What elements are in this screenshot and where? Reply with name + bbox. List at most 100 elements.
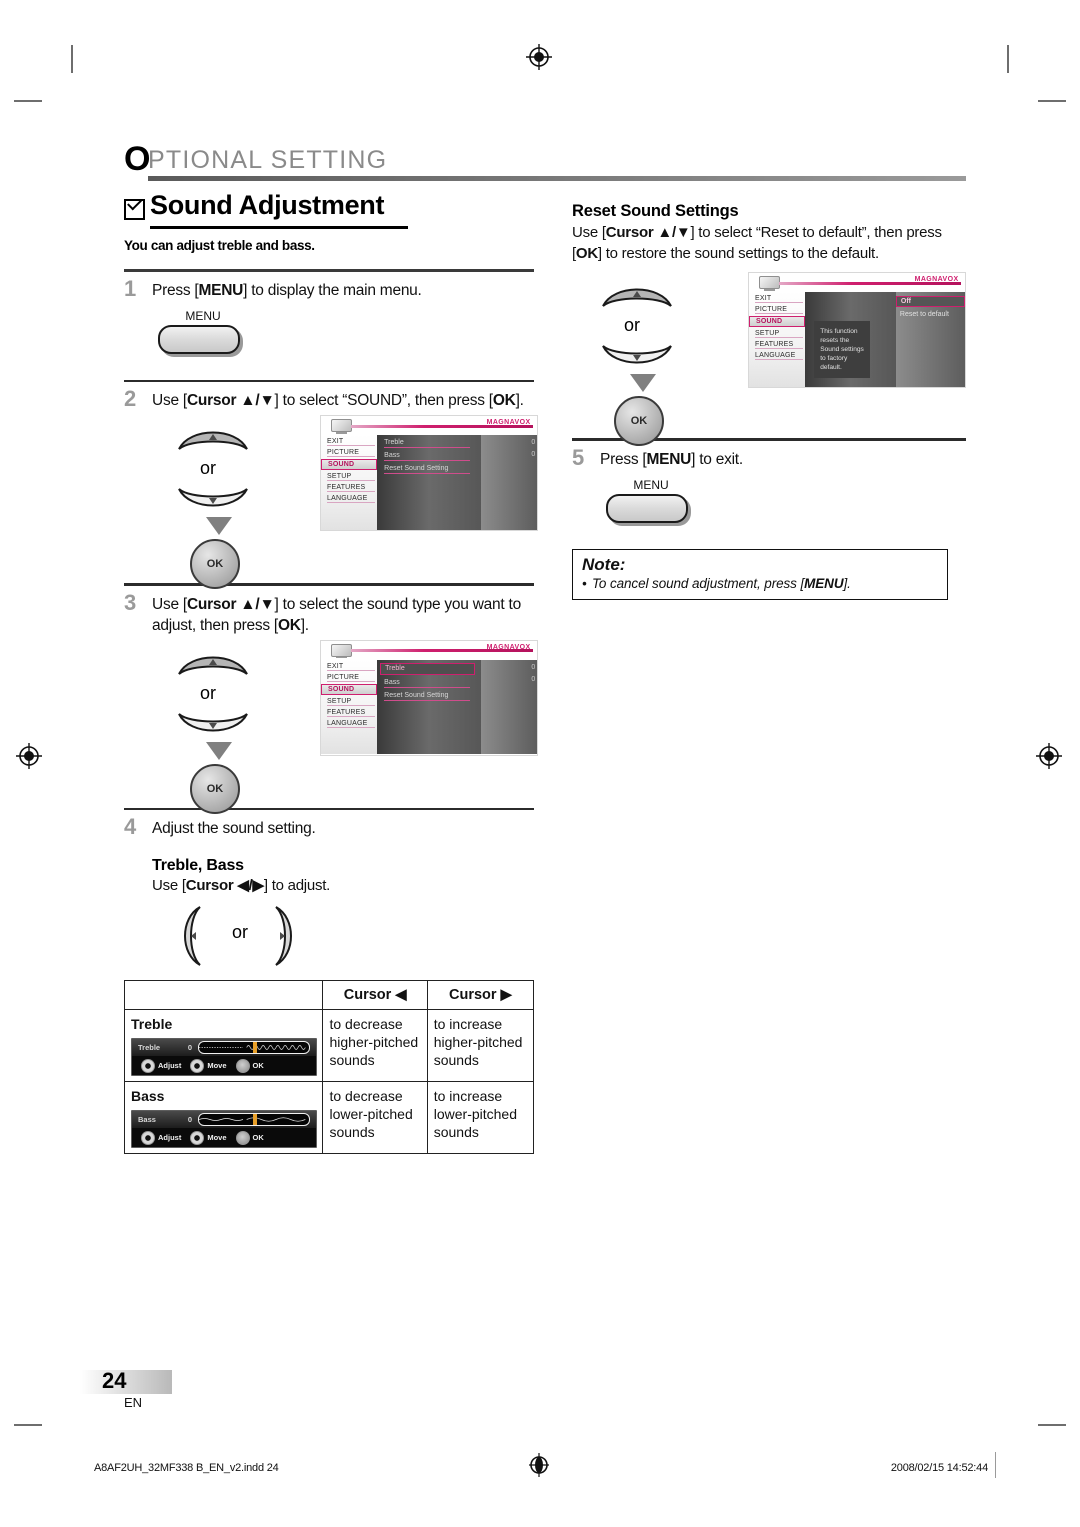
cursor-down-button-reset[interactable] xyxy=(600,340,674,370)
step-5: 5 Press [MENU] to exit. xyxy=(572,446,966,470)
step-4-text: Adjust the sound setting. xyxy=(152,820,316,837)
osd-nav-item-picture[interactable]: PICTURE xyxy=(321,448,377,458)
tv-icon-step2 xyxy=(330,419,353,435)
osd-reset-nav-setup[interactable]: SETUP xyxy=(749,329,805,339)
ok-button-step2[interactable]: OK xyxy=(190,539,240,589)
ok-button-reset[interactable]: OK xyxy=(614,396,664,446)
menu-key-graphic-5: MENU xyxy=(600,478,720,523)
table-header-row: Cursor ◀ Cursor ▶ xyxy=(123,980,535,1010)
page-number-block: 24 xyxy=(80,1368,172,1394)
osd-body-step2: EXIT PICTURE SOUND SETUP FEATURES LANGUA… xyxy=(321,435,537,530)
osd-treble-knob[interactable] xyxy=(252,1042,257,1053)
osd-treble-bar[interactable] xyxy=(198,1041,310,1054)
chapter-header: O PTIONAL SETTING xyxy=(124,142,966,181)
osd-bass-hints: Adjust Move OK xyxy=(132,1128,316,1147)
section-subtitle: You can adjust treble and bass. xyxy=(124,238,315,253)
registration-mark-top xyxy=(526,44,552,70)
cursor-up-button-reset[interactable] xyxy=(600,282,674,312)
osd-item-reset-step2[interactable]: Reset Sound Setting xyxy=(377,464,481,475)
osd-item-treble-step2[interactable]: Treble xyxy=(377,438,481,449)
step-1-text: Press [MENU] to display the main menu. xyxy=(152,281,422,299)
cursor-down-button-step3[interactable] xyxy=(176,708,250,738)
page-number: 24 xyxy=(102,1368,127,1393)
osd-nav-item-exit[interactable]: EXIT xyxy=(321,437,377,447)
osd-treble-hints: Adjust Move OK xyxy=(132,1056,316,1075)
osd-reset-body: EXIT PICTURE SOUND SETUP FEATURES LANGUA… xyxy=(749,292,965,387)
osd-bass-knob[interactable] xyxy=(252,1114,257,1125)
osd-reset-option-off[interactable]: Off xyxy=(895,296,965,308)
footer-timestamp: 2008/02/15 14:52:44 xyxy=(890,1462,988,1474)
treble-bass-heading: Treble, Bass xyxy=(152,857,244,874)
cursor-up-button-step2[interactable] xyxy=(176,425,250,455)
menu-key-label-5: MENU xyxy=(633,477,669,492)
cursor-left-button[interactable] xyxy=(174,904,206,973)
crop-mark-top-left-v xyxy=(71,45,73,73)
osd-nav-item-features[interactable]: FEATURES xyxy=(321,483,377,493)
osd-nav-item-setup[interactable]: SETUP xyxy=(321,472,377,482)
or-label-step2: or xyxy=(200,458,217,478)
step-2-number: 2 xyxy=(124,386,137,411)
osd-reset-nav-picture[interactable]: PICTURE xyxy=(749,305,805,315)
osd-hint-move-treble: Move xyxy=(190,1057,227,1075)
osd-nav-item-setup-3[interactable]: SETUP xyxy=(321,697,377,706)
tv-icon-reset xyxy=(758,276,781,292)
osd-reset-nav-language[interactable]: LANGUAGE xyxy=(749,351,805,361)
step-4-number: 4 xyxy=(124,814,137,839)
step-divider-2 xyxy=(124,379,534,382)
osd-nav-item-exit-3[interactable]: EXIT xyxy=(321,662,377,671)
ok-button-step3[interactable]: OK xyxy=(190,763,240,814)
ok-button-label-step3: OK xyxy=(206,782,224,795)
flow-arrow-down-step2 xyxy=(206,517,232,535)
osd-hint-adjust-label-bass: Adjust xyxy=(158,1132,182,1142)
crop-mark-top-right-h xyxy=(1038,100,1066,102)
crop-mark-bottom-left-h xyxy=(14,1424,42,1426)
osd-reset-nav-sound[interactable]: SOUND xyxy=(749,316,806,328)
osd-treble-slider: Treble 0 Adjust Move OK xyxy=(131,1038,317,1076)
osd-nav-list-step2: EXIT PICTURE SOUND SETUP FEATURES LANGUA… xyxy=(321,435,378,530)
osd-nav-item-language-3[interactable]: LANGUAGE xyxy=(321,719,377,728)
table-cell-treble-decrease: to decrease higher-pitched sounds xyxy=(322,1009,428,1082)
osd-nav-item-picture-3[interactable]: PICTURE xyxy=(321,673,377,682)
osd-item-bass-step2[interactable]: Bass xyxy=(377,451,481,462)
treble-bass-instruction: Use [Cursor ◀/▶] to adjust. xyxy=(152,877,331,894)
dpad-icon-move-bass xyxy=(190,1130,205,1145)
or-label-step4: or xyxy=(232,922,249,942)
osd-reset-nav-exit[interactable]: EXIT xyxy=(749,294,805,304)
osd-nav-item-sound-3[interactable]: SOUND xyxy=(321,683,378,695)
cursor-up-button-step3[interactable] xyxy=(176,650,250,680)
osd-item-reset-step3[interactable]: Reset Sound Setting xyxy=(377,691,481,701)
osd-reset-nav-features[interactable]: FEATURES xyxy=(749,340,805,350)
osd-nav-item-features-3[interactable]: FEATURES xyxy=(321,708,377,717)
osd-nav-item-language[interactable]: LANGUAGE xyxy=(321,494,377,504)
cursor-down-button-step2[interactable] xyxy=(176,483,250,513)
cursor-key-cluster-step3: or OK xyxy=(176,650,276,814)
dpad-icon-adjust-bass xyxy=(141,1130,155,1145)
cursor-right-button[interactable] xyxy=(270,904,302,973)
osd-reset-option-default[interactable]: Reset to default xyxy=(896,310,965,319)
crop-mark-top-right-v xyxy=(1007,45,1009,73)
step-4: 4 Adjust the sound setting. xyxy=(124,814,534,839)
osd-nav-item-sound[interactable]: SOUND xyxy=(321,459,378,471)
osd-bass-bar[interactable] xyxy=(198,1113,310,1126)
step-3-number: 3 xyxy=(124,589,137,615)
osd-item-bass-step3[interactable]: Bass xyxy=(377,678,481,688)
table-cell-treble-increase: to increase higher-pitched sounds xyxy=(426,1009,535,1082)
osd-sound-menu-step3: MAGNAVOX EXIT PICTURE SOUND SETUP FEATUR… xyxy=(320,639,538,756)
dpad-icon-move-treble xyxy=(190,1058,205,1073)
step-2: 2 Use [Cursor ▲/▼] to select “SOUND”, th… xyxy=(124,386,534,411)
osd-reset-info-pane: This function resets the Sound settings … xyxy=(805,292,896,387)
step-1-number: 1 xyxy=(124,275,137,301)
osd-main-list-step2: Treble Bass Reset Sound Setting xyxy=(377,435,481,530)
ok-button-label-reset: OK xyxy=(630,415,648,427)
menu-key-cap-5[interactable] xyxy=(606,493,688,523)
crop-mark-top-left-h xyxy=(14,100,42,102)
osd-treble-name: Treble xyxy=(138,1042,161,1052)
osd-value-treble-step3: 0 xyxy=(531,663,536,671)
osd-value-bass-step2: 0 xyxy=(531,451,536,459)
osd-hint-adjust-treble: Adjust xyxy=(141,1057,181,1075)
osd-hint-ok-bass: OK xyxy=(235,1129,264,1147)
crop-mark-bottom-right-h xyxy=(1038,1424,1066,1426)
osd-hint-ok-label-bass: OK xyxy=(252,1132,264,1142)
osd-item-treble-step3[interactable]: Treble xyxy=(380,662,475,675)
registration-mark-right xyxy=(1036,743,1062,769)
